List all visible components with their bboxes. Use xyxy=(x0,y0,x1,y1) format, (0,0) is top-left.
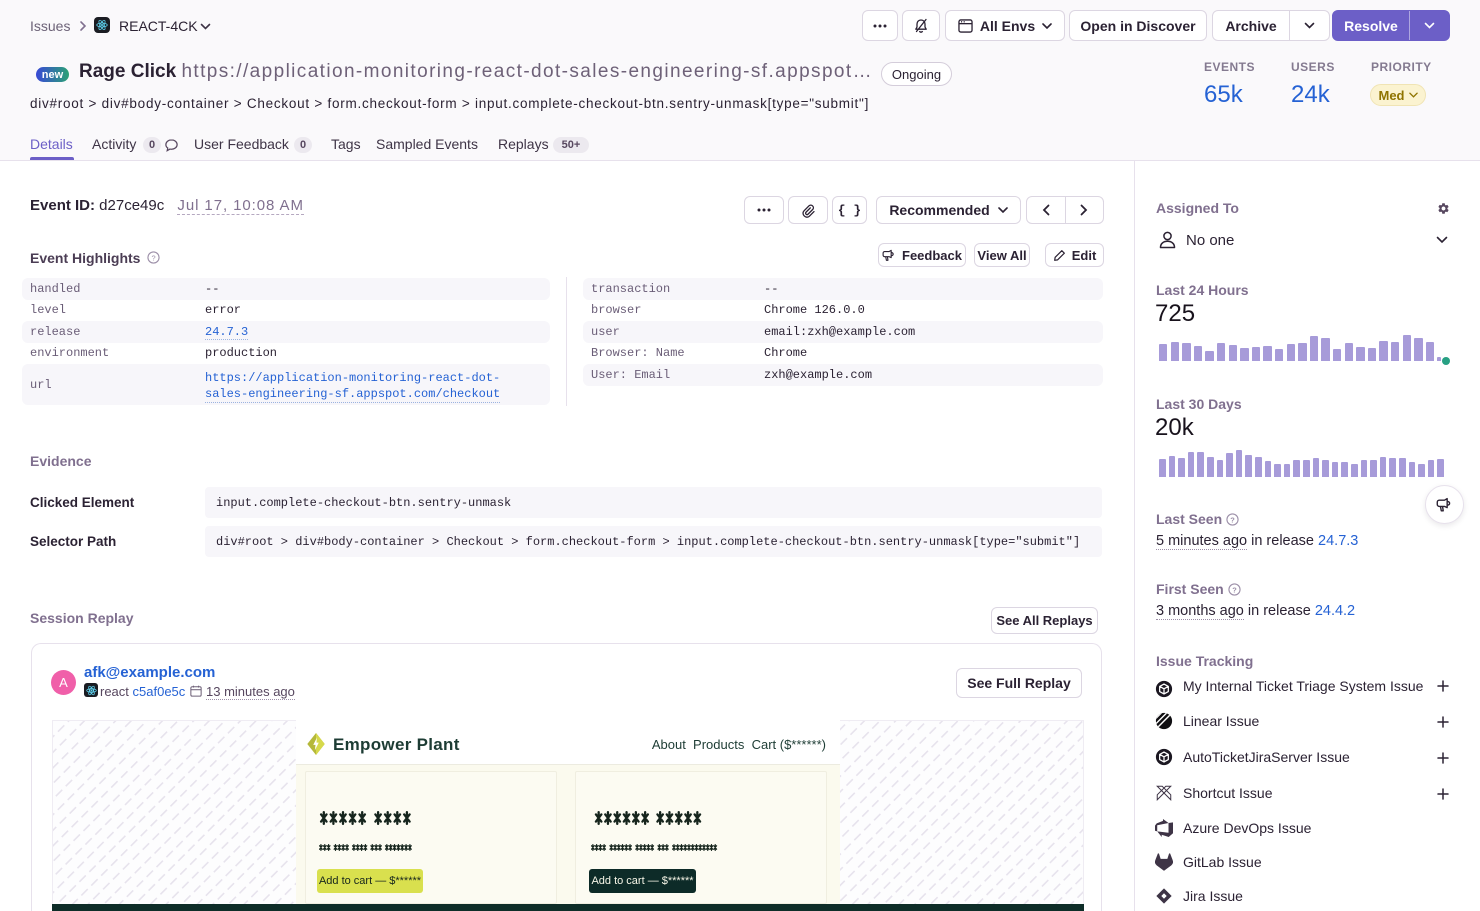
svg-text:?: ? xyxy=(1232,585,1237,594)
svg-text:?: ? xyxy=(1230,515,1235,524)
svg-text:?: ? xyxy=(151,253,155,262)
